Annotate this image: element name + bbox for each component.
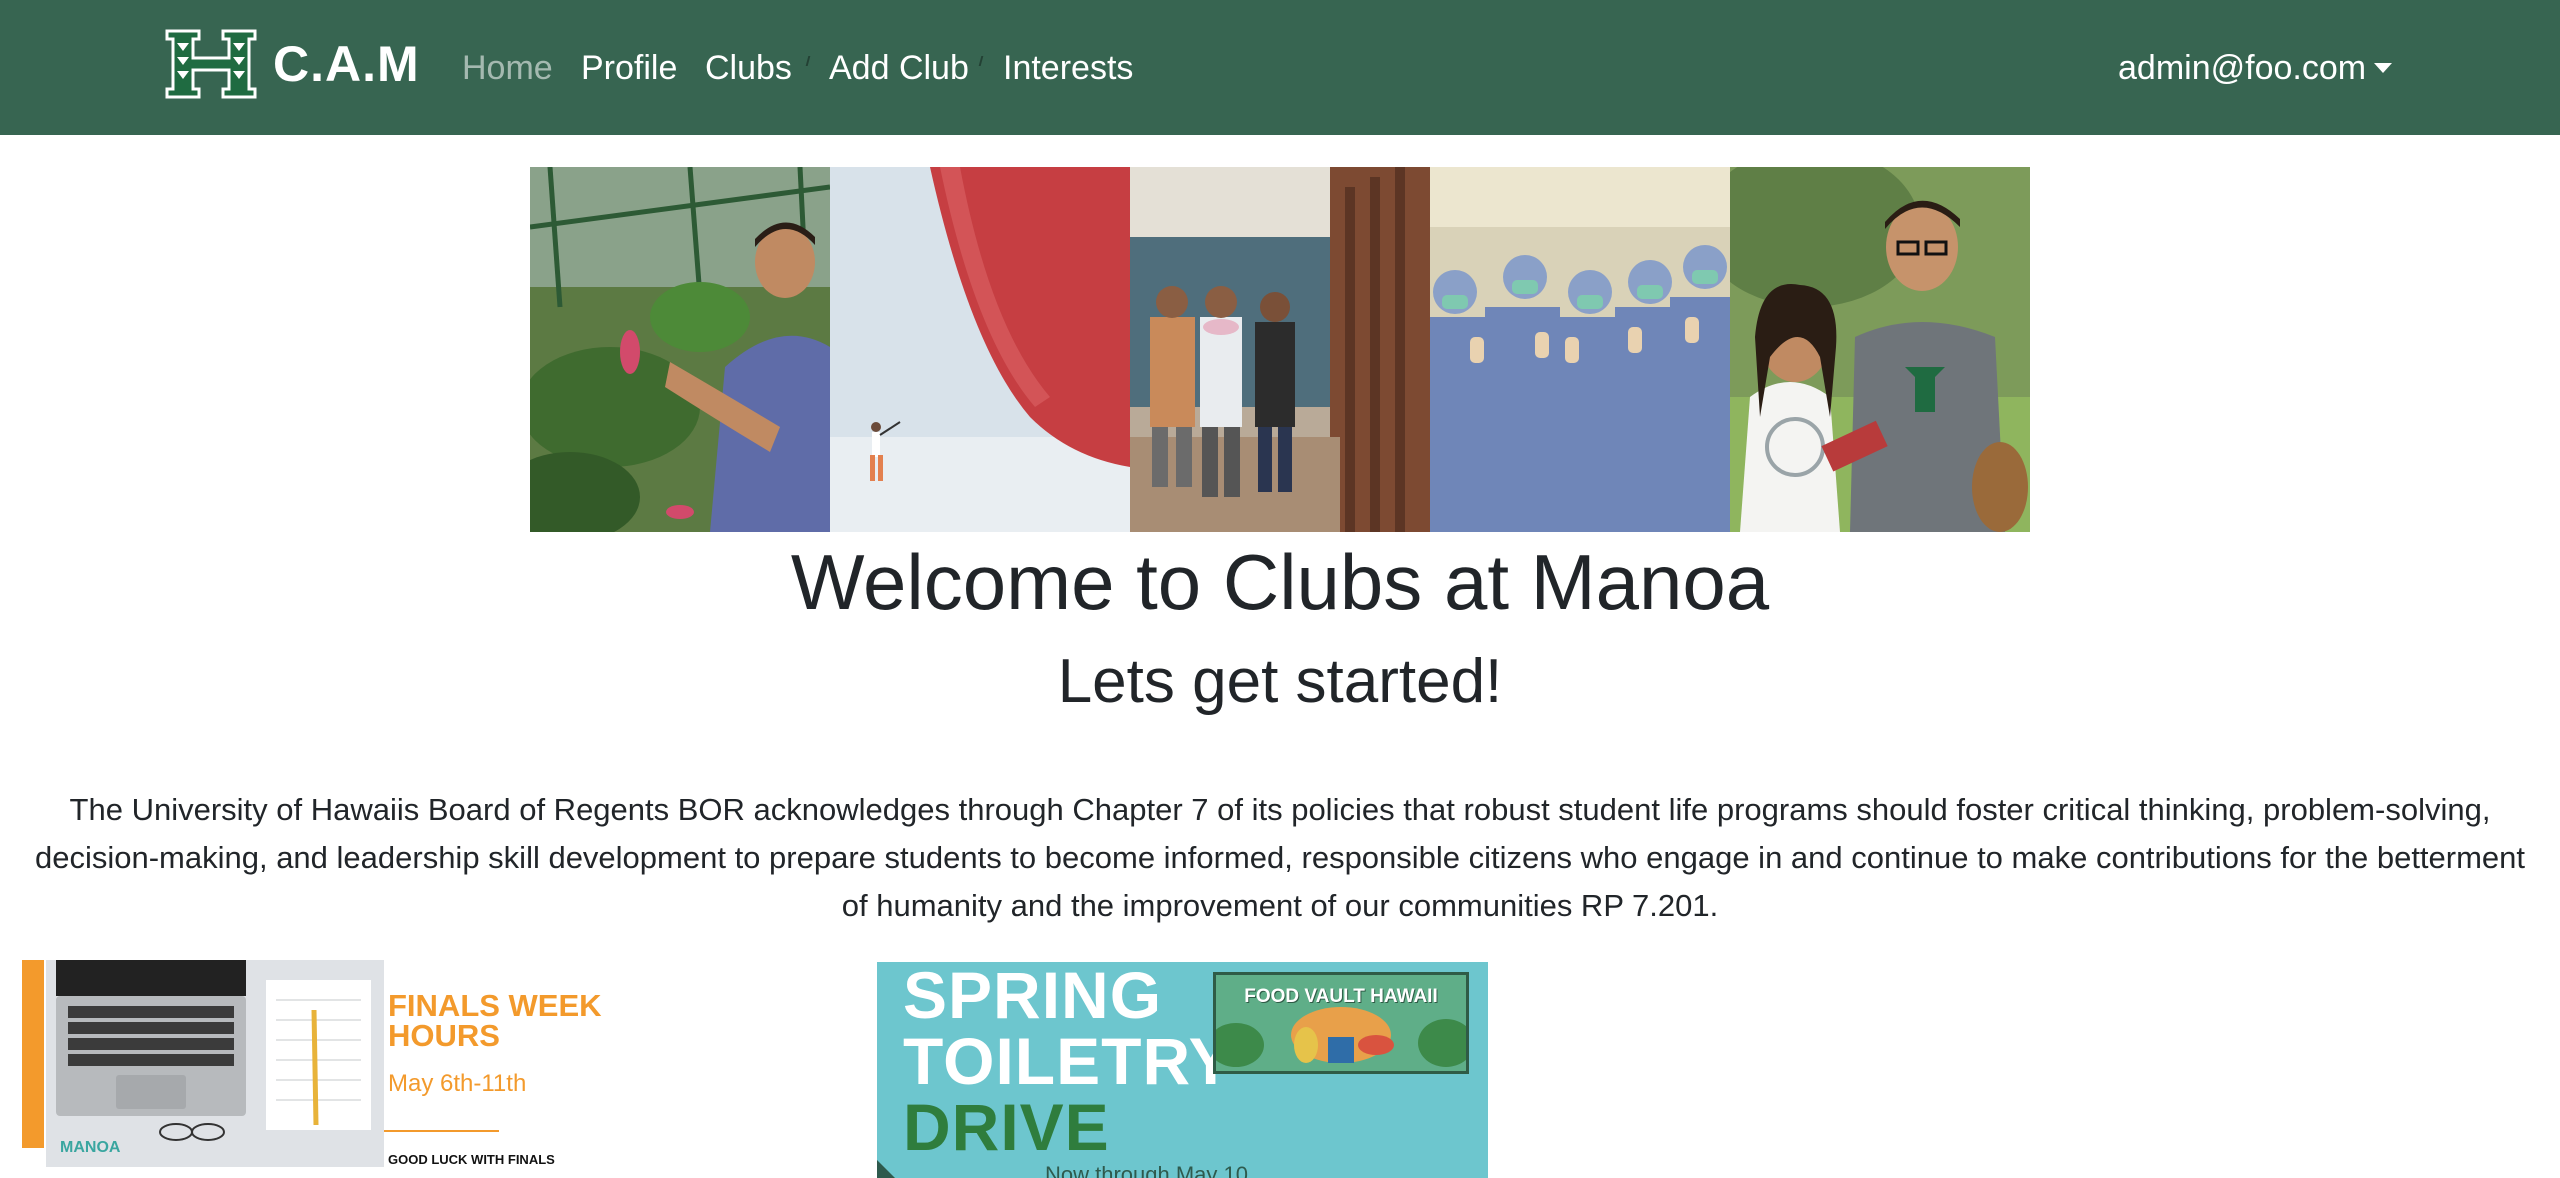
- nav-add-club[interactable]: Add Club: [829, 44, 969, 92]
- toiletry-drive-promo[interactable]: SPRING TOILETRY DRIVE FOOD VAULT HAWAII …: [877, 962, 1488, 1178]
- h-logo-icon[interactable]: [163, 27, 260, 101]
- user-dropdown[interactable]: admin@foo.com: [2118, 44, 2393, 92]
- nav-separator: [805, 56, 811, 66]
- finals-title: FINALS WEEK HOURS: [388, 988, 602, 1053]
- finals-dates: May 6th-11th: [388, 1070, 527, 1097]
- finals-week-promo[interactable]: MANOA FINALS WEEK HOURS May 6th-11th GOO…: [22, 960, 622, 1178]
- food-vault-badge: FOOD VAULT HAWAII: [1213, 972, 1469, 1074]
- nav-separator: [978, 56, 984, 66]
- brand-name[interactable]: C.A.M: [273, 34, 420, 94]
- heading-line-2: TOILETRY: [903, 1024, 1234, 1098]
- library-visitors-photo: [1130, 167, 1430, 532]
- red-ship-hull-photo: [830, 167, 1130, 532]
- intro-paragraph: The University of Hawaiis Board of Regen…: [34, 792, 2526, 923]
- toiletry-subtitle: Now through May 10: [1045, 1162, 1248, 1178]
- student-couple-photo: [1730, 167, 2030, 532]
- manoa-logo: MANOA: [60, 1139, 121, 1156]
- plant-research-photo: [530, 167, 830, 532]
- top-navbar: C.A.M Home Profile Clubs Add Club Intere…: [0, 0, 2560, 135]
- toiletry-drive-heading: SPRING TOILETRY DRIVE: [903, 962, 1234, 1160]
- chevron-down-icon: [2374, 63, 2393, 73]
- nav-interests[interactable]: Interests: [1003, 44, 1133, 92]
- laptop-desk-image: [46, 960, 384, 1167]
- play-triangle-icon: [877, 1160, 895, 1178]
- user-email: admin@foo.com: [2118, 49, 2367, 87]
- promo-accent-bar: [22, 960, 44, 1148]
- nav-clubs[interactable]: Clubs: [705, 44, 792, 92]
- page-subtitle: Lets get started!: [1057, 647, 1503, 716]
- heading-line-3: DRIVE: [903, 1090, 1110, 1164]
- medical-students-photo: [1430, 167, 1730, 532]
- finals-footer: GOOD LUCK WITH FINALS: [388, 1152, 555, 1167]
- page-title: Welcome to Clubs at Manoa: [790, 538, 1770, 626]
- heading-line-1: SPRING: [903, 962, 1163, 1032]
- food-vault-label: FOOD VAULT HAWAII: [1244, 986, 1438, 1007]
- nav-home[interactable]: Home: [462, 44, 553, 92]
- divider: [384, 1130, 499, 1132]
- nav-profile[interactable]: Profile: [581, 44, 677, 92]
- hero-banner: [530, 167, 2030, 532]
